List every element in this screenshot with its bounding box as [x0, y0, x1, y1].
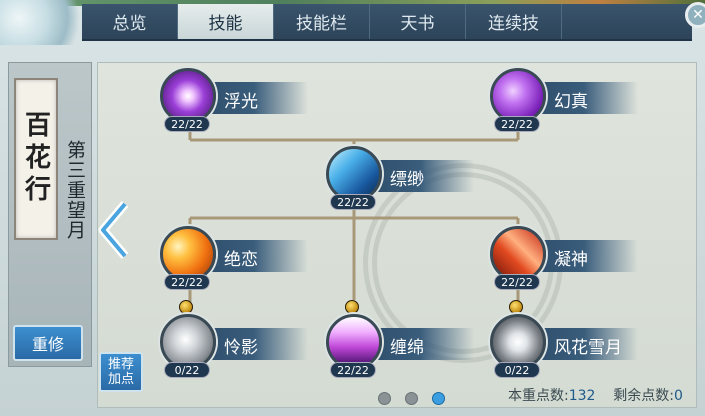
- skill-node-lianying[interactable]: 怜影 0/22: [158, 300, 308, 378]
- lock-icon: [345, 300, 359, 314]
- stage-points-value: 132: [568, 388, 596, 404]
- page-dot-3[interactable]: [432, 392, 445, 405]
- sect-name: 百花行: [20, 111, 51, 207]
- skill-node-fenghuaxueyue[interactable]: 风花雪月 0/22: [488, 300, 638, 378]
- recommend-points-button[interactable]: 推荐 加点: [99, 352, 143, 392]
- skill-level: 0/22: [164, 362, 210, 378]
- recommend-label-line1: 推荐: [107, 357, 134, 372]
- skill-level: 22/22: [494, 116, 540, 132]
- sect-name-scroll: 百花行: [14, 78, 58, 240]
- skill-name: 凝神: [554, 250, 588, 270]
- skill-level: 22/22: [164, 274, 210, 290]
- skill-name: 幻真: [554, 92, 588, 112]
- tab-skill-bar[interactable]: 技能栏: [274, 4, 370, 39]
- reset-button[interactable]: 重修: [13, 325, 83, 361]
- recommend-label-line2: 加点: [107, 372, 134, 387]
- corner-cloud-decoration: [0, 0, 95, 45]
- skill-node-piaomiao[interactable]: 缥缈 22/22: [324, 146, 474, 210]
- lock-icon: [179, 300, 193, 314]
- skill-node-ningshen[interactable]: 凝神 22/22: [488, 226, 638, 290]
- tab-overview[interactable]: 总览: [82, 4, 178, 39]
- skill-level: 22/22: [494, 274, 540, 290]
- tab-bar: 总览 技能 技能栏 天书 连续技: [82, 4, 692, 41]
- skill-level: 22/22: [330, 194, 376, 210]
- lock-icon: [509, 300, 523, 314]
- skill-name: 浮光: [224, 92, 258, 112]
- skill-name: 绝恋: [224, 250, 258, 270]
- skill-name: 怜影: [224, 338, 258, 358]
- sect-stage: 第三重望月: [64, 140, 86, 240]
- skill-node-huanzhen[interactable]: 幻真 22/22: [488, 68, 638, 132]
- tab-combo[interactable]: 连续技: [466, 4, 562, 39]
- skill-level: 22/22: [330, 362, 376, 378]
- stage-points-label: 本重点数:: [508, 388, 569, 404]
- tab-skills[interactable]: 技能: [178, 4, 274, 39]
- remaining-points-value: 0: [673, 388, 683, 404]
- tab-celestial-book[interactable]: 天书: [370, 4, 466, 39]
- skill-node-fuguang[interactable]: 浮光 22/22: [158, 68, 308, 132]
- skill-node-juelian[interactable]: 绝恋 22/22: [158, 226, 308, 290]
- skill-name: 缥缈: [390, 170, 424, 190]
- remaining-points-label: 剩余点数:: [613, 388, 674, 404]
- close-button[interactable]: ✕: [685, 2, 705, 28]
- page-dot-1[interactable]: [378, 392, 391, 405]
- skill-node-chanmian[interactable]: 缠绵 22/22: [324, 300, 474, 378]
- previous-page-arrow[interactable]: [97, 200, 131, 260]
- page-indicator: [378, 392, 445, 405]
- points-summary: 本重点数:132 剩余点数:0: [508, 385, 683, 405]
- skill-name: 风花雪月: [554, 338, 622, 358]
- skill-name: 缠绵: [390, 338, 424, 358]
- page-dot-2[interactable]: [405, 392, 418, 405]
- close-icon: ✕: [692, 7, 704, 23]
- skill-level: 0/22: [494, 362, 540, 378]
- skill-level: 22/22: [164, 116, 210, 132]
